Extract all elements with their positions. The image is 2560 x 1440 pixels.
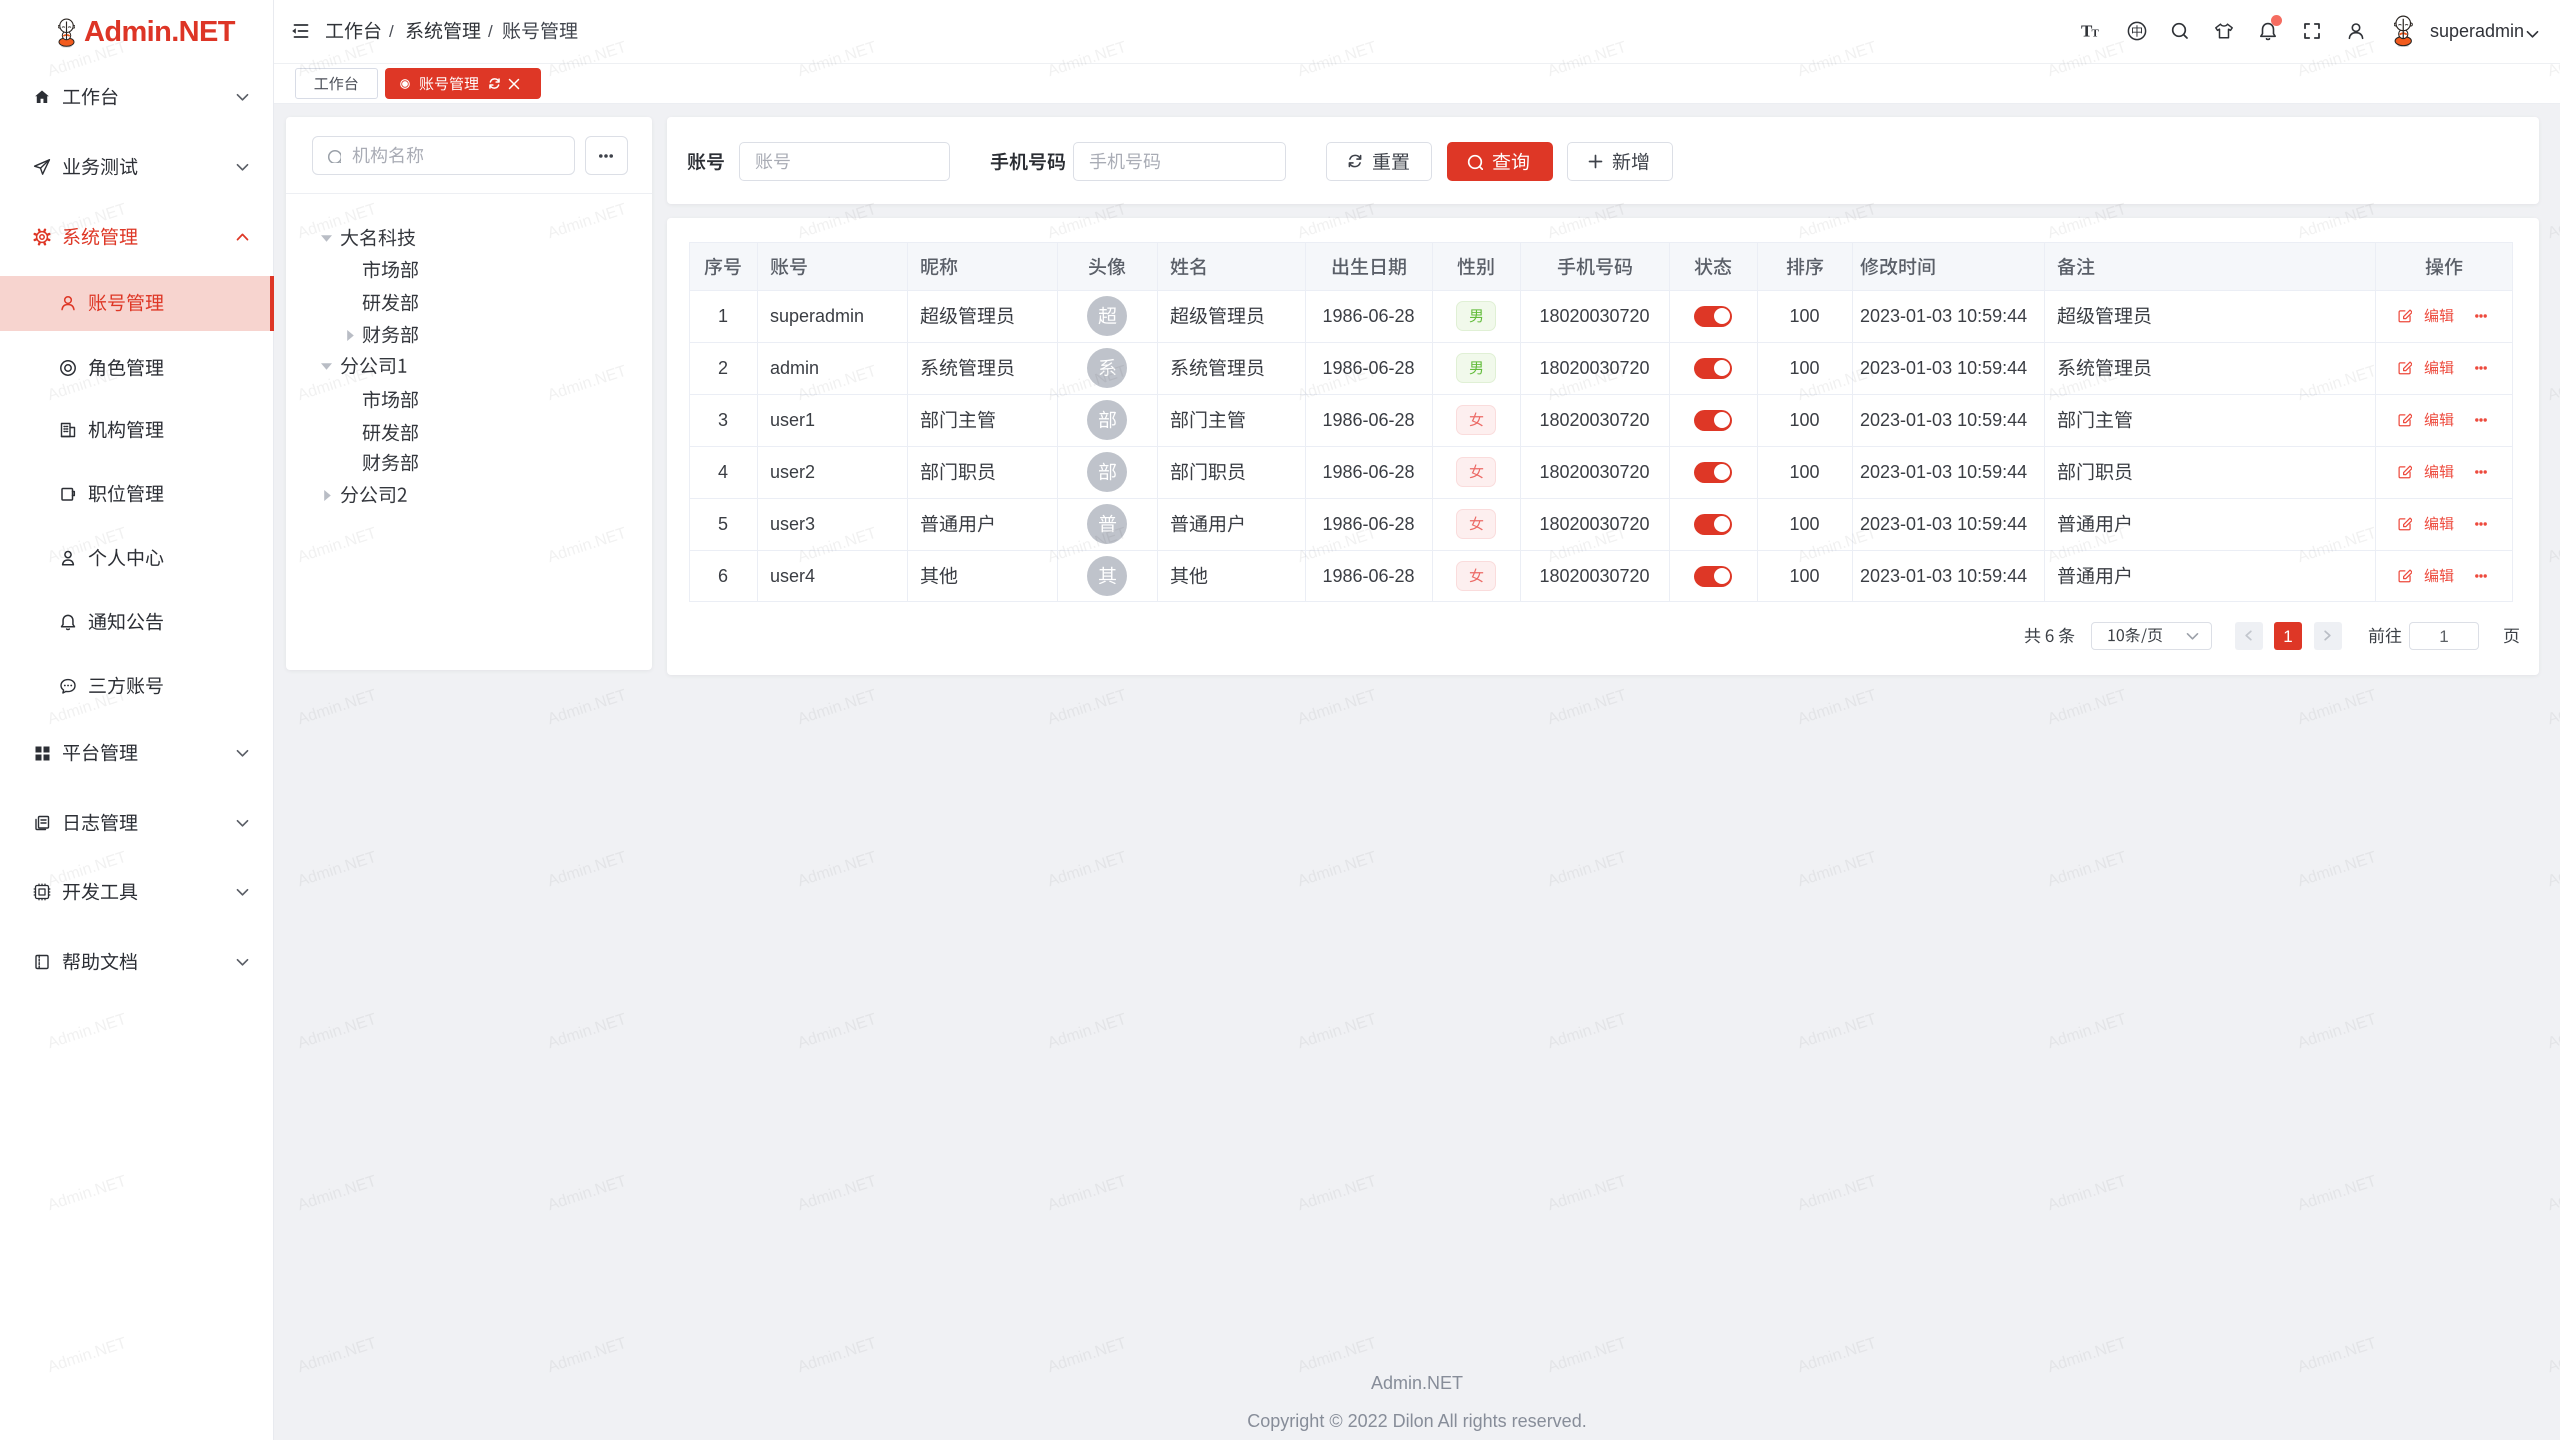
svg-text:T: T [2092,28,2100,40]
